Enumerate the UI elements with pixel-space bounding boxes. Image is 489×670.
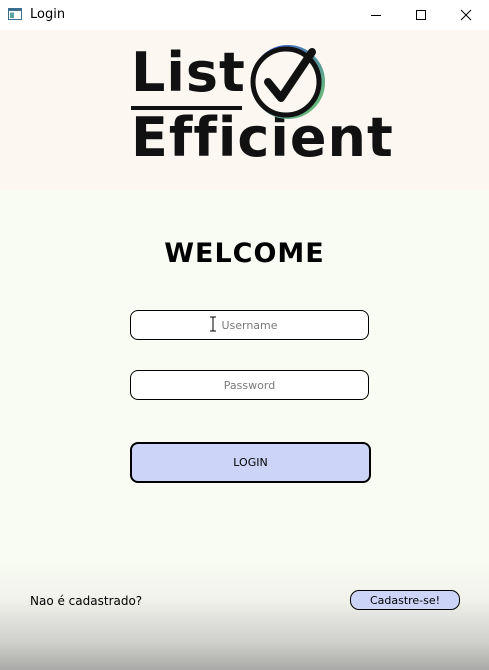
logo-header: List Efficient: [0, 30, 489, 190]
maximize-button[interactable]: [398, 0, 444, 30]
minimize-button[interactable]: [353, 0, 399, 30]
close-button[interactable]: [443, 0, 489, 30]
welcome-heading: WELCOME: [164, 238, 325, 269]
username-input[interactable]: [131, 311, 368, 339]
not-registered-text: Nao é cadastrado?: [30, 594, 143, 608]
signup-button-label: Cadastre-se!: [369, 593, 441, 607]
password-input[interactable]: [131, 371, 368, 399]
checkmark-circle-icon: [250, 45, 325, 119]
window-app-icon: [8, 8, 22, 20]
window-title: Login: [30, 7, 66, 22]
logo-text-list: List: [131, 41, 246, 104]
footer-area: [0, 560, 489, 670]
close-icon: [460, 9, 472, 21]
minimize-icon: [371, 15, 381, 16]
username-field[interactable]: [130, 310, 369, 340]
maximize-icon: [416, 10, 426, 20]
window-titlebar: Login: [0, 0, 489, 30]
login-button[interactable]: LOGIN: [130, 442, 371, 483]
signup-button[interactable]: Cadastre-se!: [350, 590, 460, 610]
login-button-label: LOGIN: [233, 456, 268, 469]
password-field[interactable]: [130, 370, 369, 400]
